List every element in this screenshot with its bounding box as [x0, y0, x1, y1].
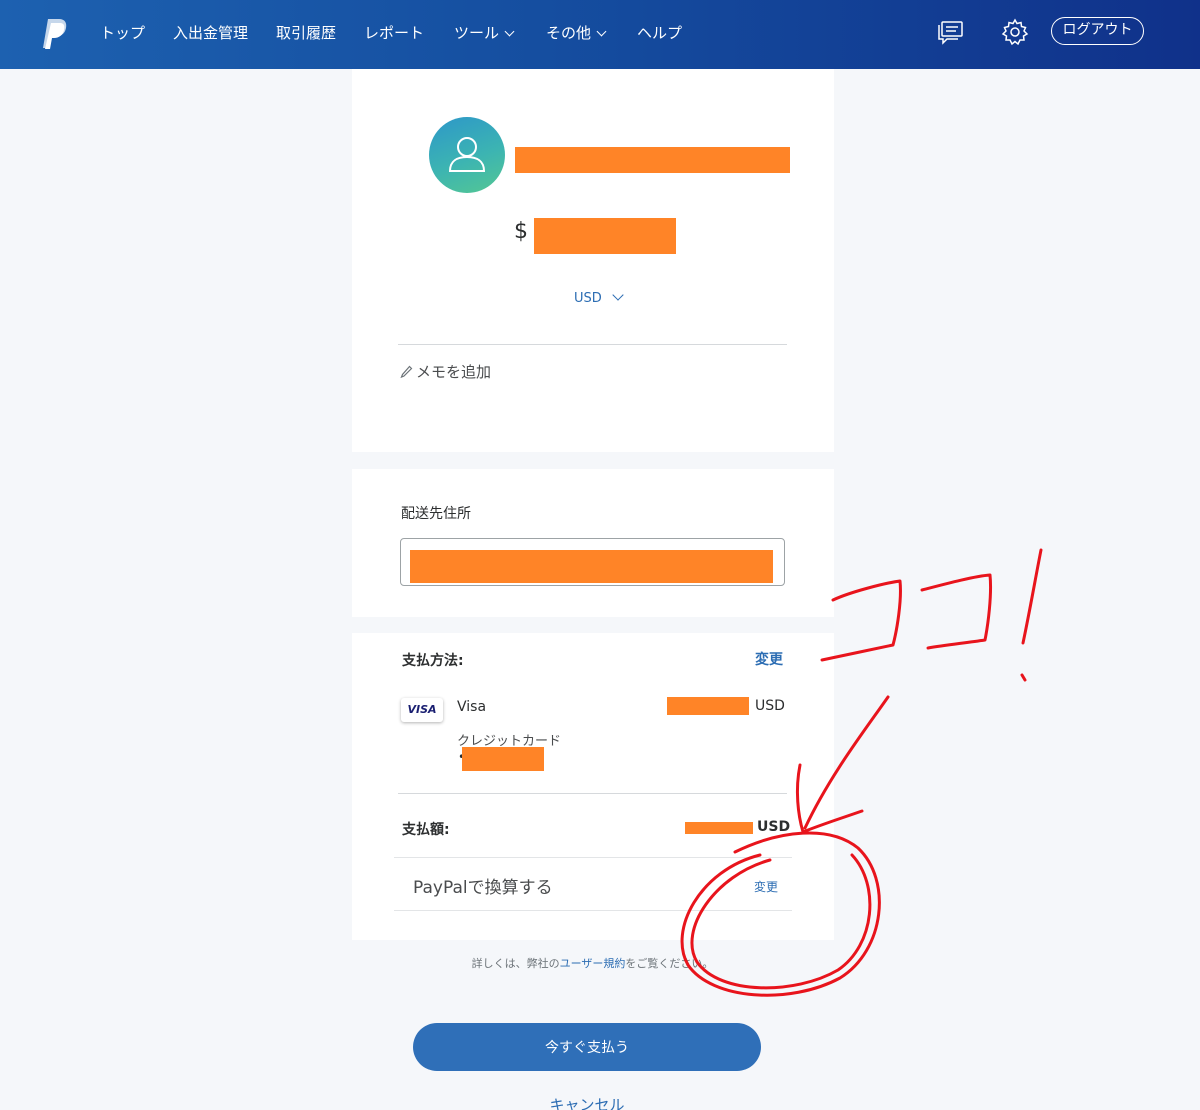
redacted-recipient-name	[515, 147, 790, 173]
nav-item-funds[interactable]: 入出金管理	[173, 22, 248, 43]
nav-item-label: ヘルプ	[637, 24, 683, 42]
annotation-stroke	[1021, 548, 1043, 645]
nav-item-reports[interactable]: レポート	[364, 22, 424, 43]
nav-item-top[interactable]: トップ	[100, 22, 145, 43]
terms-prefix: 詳しくは、弊社の	[471, 957, 560, 970]
nav-item-label: トップ	[100, 24, 146, 42]
divider	[394, 910, 792, 911]
currency-symbol: $	[514, 219, 528, 244]
chevron-down-icon	[612, 289, 624, 301]
total-amount-currency: USD	[757, 819, 791, 835]
shipping-card: 配送先住所	[352, 469, 834, 617]
card-name: Visa	[457, 699, 487, 715]
change-payment-method-link[interactable]: 変更	[755, 649, 783, 669]
nav-item-label: その他	[546, 24, 592, 42]
redacted-amount-input[interactable]	[534, 218, 676, 254]
currency-dropdown[interactable]: USD	[574, 289, 624, 306]
gear-icon[interactable]	[1000, 17, 1032, 49]
nav-item-more[interactable]: その他	[546, 22, 607, 43]
redacted-total-amount	[685, 822, 753, 834]
nav-item-help[interactable]: ヘルプ	[637, 22, 682, 43]
divider	[394, 857, 792, 858]
nav-item-activity[interactable]: 取引履歴	[276, 22, 336, 43]
redacted-card-amount	[667, 697, 749, 715]
avatar	[429, 117, 505, 193]
recipient-card: $ USD メモを追加	[352, 69, 834, 452]
nav-item-label: ツール	[454, 24, 500, 42]
card-amount-currency: USD	[755, 698, 785, 714]
currency-label: USD	[574, 291, 602, 306]
user-agreement-link[interactable]: ユーザー規約	[560, 957, 626, 970]
divider	[398, 793, 787, 794]
cancel-link[interactable]: キャンセル	[0, 1094, 1174, 1110]
top-navigation-bar: トップ 入出金管理 取引履歴 レポート ツール その他 ヘルプ ログアウト	[0, 0, 1200, 69]
terms-notice: 詳しくは、弊社のユーザー規約をご覧ください。	[0, 955, 1185, 971]
logout-button[interactable]: ログアウト	[1051, 17, 1144, 45]
annotation-stroke	[1020, 673, 1027, 682]
visa-card-icon: VISA	[401, 698, 443, 722]
add-memo-link[interactable]: メモを追加	[400, 361, 491, 382]
pay-now-button[interactable]: 今すぐ支払う	[413, 1023, 761, 1071]
nav-item-tools[interactable]: ツール	[454, 22, 515, 43]
total-amount-label: 支払額:	[402, 822, 450, 838]
chevron-down-icon	[504, 26, 515, 37]
change-conversion-link[interactable]: 変更	[754, 878, 778, 895]
nav-item-label: 取引履歴	[276, 24, 337, 42]
shipping-address-select[interactable]	[400, 538, 785, 586]
shipping-address-label: 配送先住所	[401, 506, 471, 522]
payment-method-card: 支払方法: 変更 VISA Visa USD クレジットカード • 支払額: U…	[352, 633, 834, 940]
terms-suffix: をご覧ください。	[625, 957, 714, 970]
chevron-down-icon	[596, 26, 607, 37]
nav-item-label: レポート	[364, 24, 425, 42]
messages-icon[interactable]	[936, 17, 968, 49]
user-icon	[448, 137, 486, 172]
divider	[398, 344, 787, 345]
pencil-icon	[400, 365, 413, 379]
payment-method-label: 支払方法:	[402, 653, 464, 669]
memo-label: メモを追加	[416, 363, 492, 381]
annotation-stroke	[920, 573, 993, 650]
redacted-address	[410, 550, 773, 583]
paypal-logo-icon[interactable]	[40, 17, 70, 51]
redacted-card-number	[462, 747, 544, 771]
nav-item-label: 入出金管理	[173, 24, 249, 42]
conversion-option-label: PayPalで換算する	[413, 878, 553, 898]
